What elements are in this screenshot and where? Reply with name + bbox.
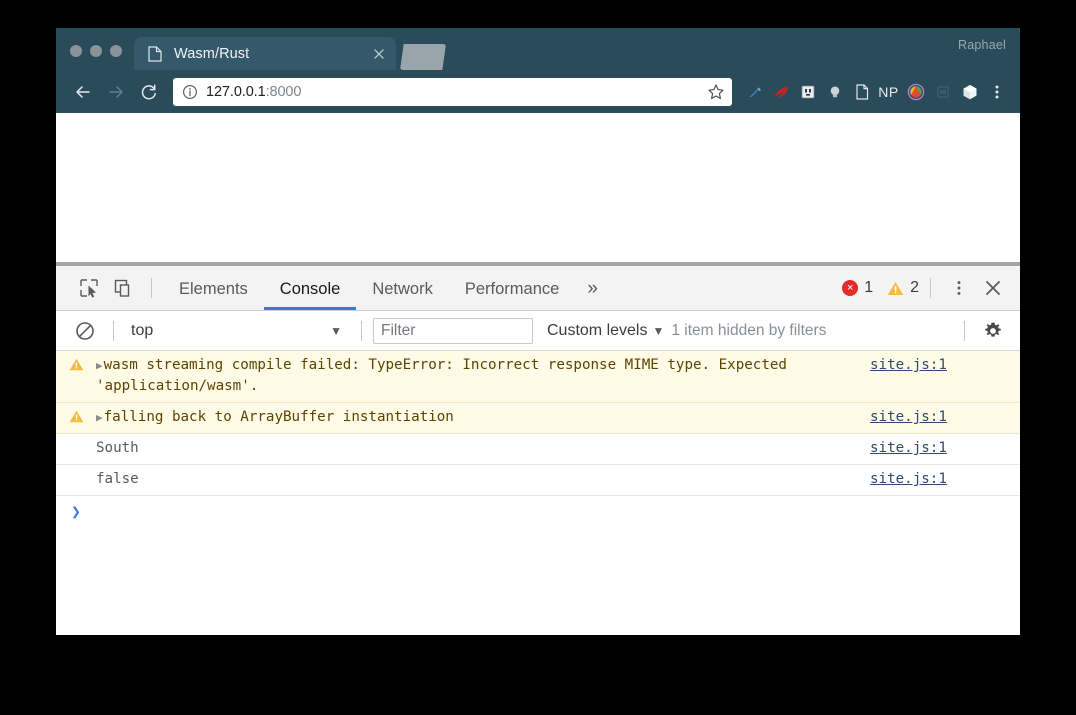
tab-console[interactable]: Console [264,266,357,310]
pen-icon[interactable] [740,78,767,106]
star-icon[interactable] [706,82,726,102]
close-devtools-icon[interactable] [976,273,1010,303]
error-counter[interactable]: × 1 [842,279,873,297]
cube-icon[interactable] [956,78,983,106]
log-levels-label: Custom levels [547,322,647,340]
reload-icon[interactable] [134,77,164,107]
more-tabs-icon[interactable]: » [575,279,610,298]
browser-window: Wasm/Rust Raphael [56,28,1020,635]
close-window-button[interactable] [70,45,82,57]
document-icon[interactable] [848,78,875,106]
navigation-toolbar: 127.0.0.1:8000 [56,70,1020,113]
np-icon[interactable]: NP [875,78,902,106]
console-message-text: false [96,469,870,490]
error-icon: × [842,280,858,296]
console-message-text: South [96,438,870,459]
extension-toolbar: NP [740,78,1010,106]
expand-arrow-icon[interactable]: ▶ [96,359,103,372]
message-gutter [56,438,96,441]
toolbar-divider [151,278,152,298]
warning-triangle-icon [56,407,96,423]
console-message-list[interactable]: ▶wasm streaming compile failed: TypeErro… [56,351,1020,635]
counters-divider [930,278,931,298]
console-message-row[interactable]: South site.js:1 [56,434,1020,465]
warning-count: 2 [910,279,919,297]
filterbar-divider-3 [964,321,965,341]
warning-triangle-icon [887,281,904,296]
back-icon[interactable] [68,77,98,107]
issue-counters[interactable]: × 1 2 [842,279,919,297]
chevron-down-icon: ▼ [330,324,350,338]
page-viewport[interactable] [56,113,1020,262]
gear-icon[interactable] [976,316,1010,346]
url-port: :8000 [266,84,302,100]
maximize-window-button[interactable] [110,45,122,57]
device-toolbar-icon[interactable] [106,273,140,303]
chrome-menu-icon[interactable] [983,78,1010,106]
face-square-icon[interactable] [794,78,821,106]
warning-counter[interactable]: 2 [887,279,919,297]
forward-icon[interactable] [101,77,131,107]
console-source-link[interactable]: site.js:1 [870,355,1020,376]
console-prompt[interactable]: ❯ [56,496,1020,521]
color-circle-icon[interactable] [902,78,929,106]
console-message-row[interactable]: false site.js:1 [56,465,1020,496]
page-icon [148,46,162,62]
bulb-icon[interactable] [821,78,848,106]
console-source-link[interactable]: site.js:1 [870,407,1020,428]
prompt-chevron-icon: ❯ [56,502,96,521]
profile-name[interactable]: Raphael [958,38,1006,52]
message-gutter [56,469,96,472]
chevron-down-icon: ▼ [647,324,671,338]
error-count: 1 [864,279,873,297]
address-bar[interactable]: 127.0.0.1:8000 [173,78,732,106]
tab-strip: Wasm/Rust Raphael [56,28,1020,70]
warning-triangle-icon [56,355,96,371]
filterbar-divider-1 [113,321,114,341]
browser-tab-wasm-rust[interactable]: Wasm/Rust [134,37,396,70]
console-filter-bar: top ▼ Custom levels ▼ 1 item hidden by f… [56,311,1020,351]
execution-context-select[interactable]: top ▼ [125,322,350,340]
console-source-link[interactable]: site.js:1 [870,438,1020,459]
close-icon[interactable] [370,45,388,63]
tab-title: Wasm/Rust [174,46,370,62]
minimize-window-button[interactable] [90,45,102,57]
console-message-row[interactable]: ▶wasm streaming compile failed: TypeErro… [56,351,1020,403]
tab-network[interactable]: Network [356,266,449,310]
console-message-text: ▶wasm streaming compile failed: TypeErro… [96,355,870,397]
devtools-tabbar: Elements Console Network Performance » ×… [56,266,1020,311]
expand-arrow-icon[interactable]: ▶ [96,411,103,424]
inspect-element-icon[interactable] [72,273,106,303]
info-icon[interactable] [182,84,198,100]
devtools-panel: Elements Console Network Performance » ×… [56,266,1020,635]
faded-square-icon[interactable] [929,78,956,106]
window-controls[interactable] [56,45,134,70]
log-levels-select[interactable]: Custom levels ▼ [547,322,671,340]
console-message-text: ▶falling back to ArrayBuffer instantiati… [96,407,870,428]
clear-console-icon[interactable] [68,316,102,346]
tab-elements[interactable]: Elements [163,266,264,310]
console-source-link[interactable]: site.js:1 [870,469,1020,490]
tab-performance[interactable]: Performance [449,266,575,310]
execution-context-label: top [125,322,330,340]
console-message-row[interactable]: ▶falling back to ArrayBuffer instantiati… [56,403,1020,434]
devtools-main-menu-icon[interactable] [942,273,976,303]
red-wing-icon[interactable] [767,78,794,106]
new-tab-button[interactable] [400,44,446,70]
url-host: 127.0.0.1 [206,84,266,100]
hidden-items-note: 1 item hidden by filters [671,322,826,340]
filter-input[interactable] [373,318,533,344]
filterbar-divider-2 [361,321,362,341]
address-bar-text[interactable]: 127.0.0.1:8000 [206,84,700,100]
